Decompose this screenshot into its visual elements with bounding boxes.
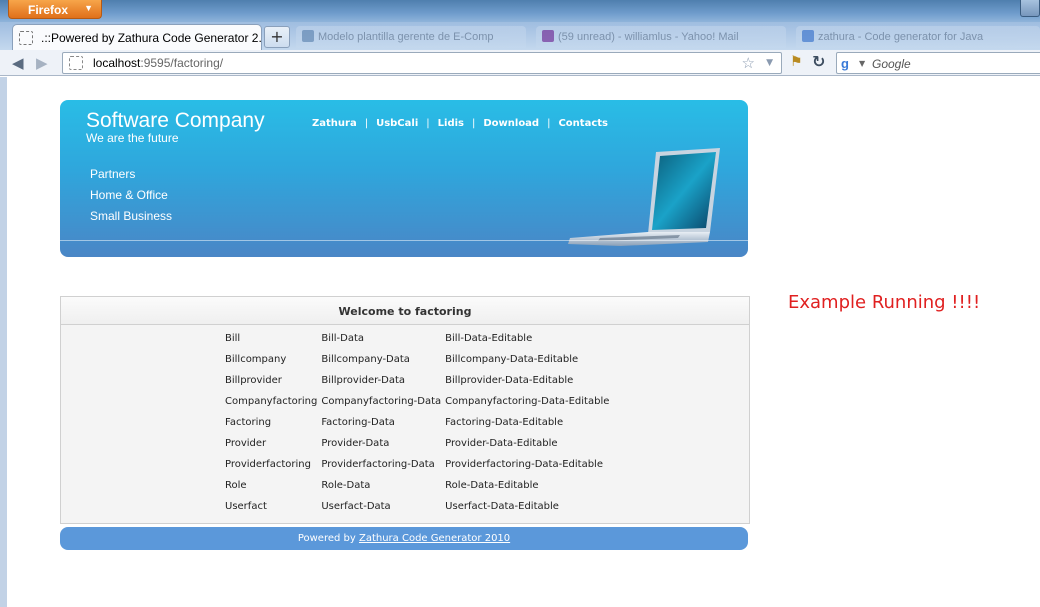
- entity-data-editable-link[interactable]: Providerfactoring-Data-Editable: [445, 459, 613, 480]
- tab-title: Modelo plantilla gerente de E-Comp: [318, 31, 494, 43]
- clear-history-icon[interactable]: ⚑: [790, 54, 803, 70]
- entity-link[interactable]: Providerfactoring: [225, 459, 321, 480]
- google-search-engine-icon[interactable]: g: [841, 56, 849, 71]
- tab-background-2[interactable]: (59 unread) - williamlus - Yahoo! Mail: [536, 26, 786, 48]
- entity-row: Bill Bill-Data Bill-Data-Editable: [225, 333, 613, 354]
- entity-data-editable-link[interactable]: Companyfactoring-Data-Editable: [445, 396, 613, 417]
- url-host: localhost: [93, 56, 141, 70]
- chevron-down-icon: ▼: [84, 3, 93, 13]
- new-tab-button[interactable]: +: [264, 26, 290, 48]
- address-bar[interactable]: localhost:9595/factoring/ ☆ ▼: [62, 52, 782, 74]
- entity-link[interactable]: Provider: [225, 438, 321, 459]
- tab-title: .::Powered by Zathura Code Generator 2..…: [41, 31, 262, 45]
- entity-row: Factoring Factoring-Data Factoring-Data-Ed…: [225, 417, 613, 438]
- entity-data-link[interactable]: Providerfactoring-Data: [321, 459, 445, 480]
- tab-background-1[interactable]: Modelo plantilla gerente de E-Comp: [296, 26, 526, 48]
- entity-data-editable-link[interactable]: Provider-Data-Editable: [445, 438, 613, 459]
- entity-row: Role Role-Data Role-Data-Editable: [225, 480, 613, 501]
- entity-link[interactable]: Userfact: [225, 501, 321, 522]
- nav-link-usbcali[interactable]: UsbCali: [376, 118, 418, 129]
- entity-data-link[interactable]: Billcompany-Data: [321, 354, 445, 375]
- entity-link[interactable]: Role: [225, 480, 321, 501]
- entity-links-table: Bill Bill-Data Bill-Data-Editable Billcompa…: [225, 333, 613, 522]
- entity-row: Companyfactoring Companyfactoring-Data Com…: [225, 396, 613, 417]
- entity-data-editable-link[interactable]: Billprovider-Data-Editable: [445, 375, 613, 396]
- entity-data-editable-link[interactable]: Role-Data-Editable: [445, 480, 613, 501]
- entity-data-link[interactable]: Companyfactoring-Data: [321, 396, 445, 417]
- footer-link[interactable]: Zathura Code Generator 2010: [359, 533, 510, 544]
- header-divider: [60, 240, 748, 241]
- entity-row: Providerfactoring Providerfactoring-Data P…: [225, 459, 613, 480]
- footer-prefix: Powered by: [297, 533, 359, 544]
- entity-row: Billprovider Billprovider-Data Billprovide…: [225, 375, 613, 396]
- entity-link[interactable]: Billcompany: [225, 354, 321, 375]
- nav-link-download[interactable]: Download: [483, 118, 539, 129]
- entity-data-link[interactable]: Role-Data: [321, 480, 445, 501]
- brand-name: Software Company: [86, 109, 265, 132]
- entity-row: Provider Provider-Data Provider-Data-Edita…: [225, 438, 613, 459]
- entity-data-link[interactable]: Userfact-Data: [321, 501, 445, 522]
- tab-background-3[interactable]: zathura - Code generator for Java: [796, 26, 1040, 48]
- tab-active[interactable]: .::Powered by Zathura Code Generator 2..…: [12, 24, 262, 50]
- entity-row: Billcompany Billcompany-Data Billcompany-D…: [225, 354, 613, 375]
- entity-link[interactable]: Bill: [225, 333, 321, 354]
- entity-data-link[interactable]: Bill-Data: [321, 333, 445, 354]
- entity-link[interactable]: Billprovider: [225, 375, 321, 396]
- site-header: Software Company We are the future Zathu…: [60, 100, 748, 257]
- entity-data-link[interactable]: Billprovider-Data: [321, 375, 445, 396]
- page-favicon-icon: [302, 30, 314, 42]
- page-favicon-icon: [19, 31, 33, 45]
- nav-link-lidis[interactable]: Lidis: [438, 118, 464, 129]
- side-nav: Partners Home & Office Small Business: [90, 167, 172, 230]
- reload-icon[interactable]: ↻: [812, 52, 825, 71]
- site-footer: Powered by Zathura Code Generator 2010: [60, 527, 748, 550]
- entity-data-editable-link[interactable]: Userfact-Data-Editable: [445, 501, 613, 522]
- minimize-button[interactable]: [1020, 0, 1040, 17]
- slogan: We are the future: [86, 131, 179, 145]
- window-titlebar: Firefox ▼: [0, 0, 1040, 22]
- url-path: :9595/factoring/: [140, 56, 224, 70]
- google-icon: [802, 30, 814, 42]
- panel-title: Welcome to factoring: [61, 297, 749, 325]
- side-nav-home-office[interactable]: Home & Office: [90, 188, 172, 209]
- firefox-menu-label: Firefox: [28, 3, 69, 17]
- entity-link[interactable]: Companyfactoring: [225, 396, 321, 417]
- history-dropdown-icon[interactable]: ▼: [766, 58, 773, 68]
- site-identity-icon[interactable]: [69, 56, 83, 70]
- url-text[interactable]: localhost:9595/factoring/: [93, 56, 223, 70]
- forward-arrow-icon[interactable]: ▶: [36, 54, 48, 72]
- bookmark-star-icon[interactable]: ☆: [742, 54, 755, 72]
- chevron-down-icon[interactable]: ▼: [859, 59, 865, 68]
- search-bar[interactable]: g ▼ Google: [836, 52, 1040, 74]
- nav-link-contacts[interactable]: Contacts: [558, 118, 608, 129]
- entity-link[interactable]: Factoring: [225, 417, 321, 438]
- tab-title: zathura - Code generator for Java: [818, 31, 984, 43]
- entity-row: Userfact Userfact-Data Userfact-Data-Edita…: [225, 501, 613, 522]
- side-nav-small-business[interactable]: Small Business: [90, 209, 172, 230]
- nav-link-zathura[interactable]: Zathura: [312, 118, 357, 129]
- entity-data-editable-link[interactable]: Factoring-Data-Editable: [445, 417, 613, 438]
- tab-title: (59 unread) - williamlus - Yahoo! Mail: [558, 31, 739, 43]
- example-running-note: Example Running !!!!: [788, 292, 981, 313]
- entity-data-editable-link[interactable]: Billcompany-Data-Editable: [445, 354, 613, 375]
- entity-panel: Welcome to factoring Bill Bill-Data Bill-D…: [60, 296, 750, 524]
- firefox-menu-button[interactable]: Firefox ▼: [8, 0, 102, 19]
- laptop-illustration: [568, 148, 720, 246]
- entity-data-editable-link[interactable]: Bill-Data-Editable: [445, 333, 613, 354]
- entity-data-link[interactable]: Provider-Data: [321, 438, 445, 459]
- entity-data-link[interactable]: Factoring-Data: [321, 417, 445, 438]
- top-nav: Zathura | UsbCali | Lidis | Download | Contacts: [312, 118, 608, 129]
- side-nav-partners[interactable]: Partners: [90, 167, 172, 188]
- tab-strip: .::Powered by Zathura Code Generator 2..…: [0, 22, 1040, 50]
- yahoo-mail-icon: [542, 30, 554, 42]
- back-arrow-icon[interactable]: ◀: [12, 54, 24, 72]
- search-input[interactable]: Google: [872, 57, 911, 71]
